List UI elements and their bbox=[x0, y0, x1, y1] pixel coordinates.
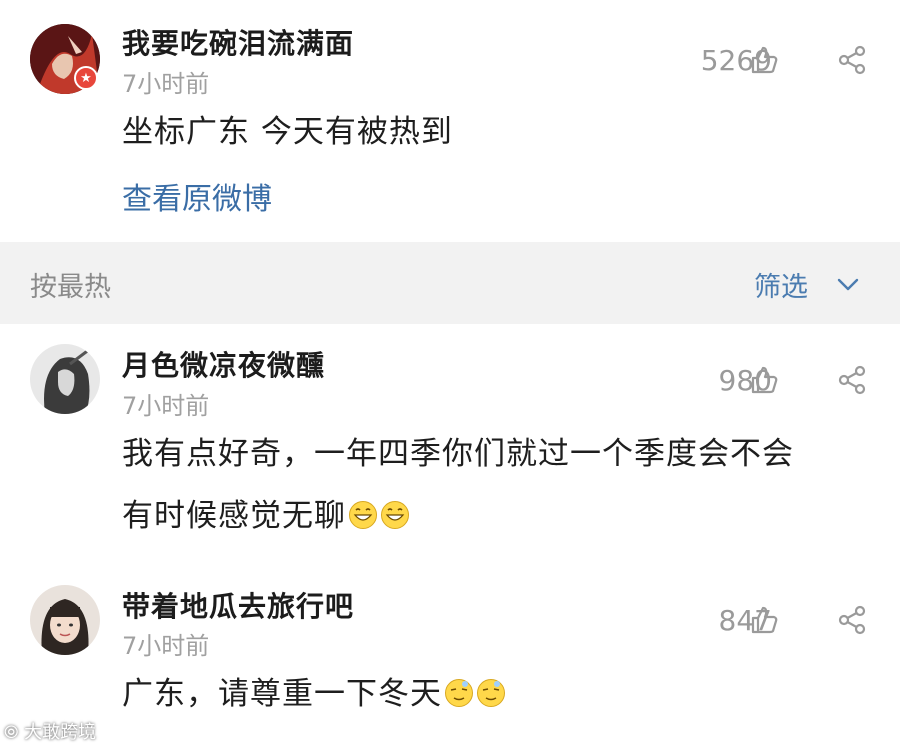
comment-text-line-1: 广东，请尊重一下冬天 bbox=[122, 662, 506, 726]
comment-text: 有时候感觉无聊 bbox=[122, 498, 346, 534]
chevron-down-icon[interactable] bbox=[834, 270, 862, 298]
avatar[interactable] bbox=[30, 344, 100, 414]
thumbs-up-icon[interactable] bbox=[748, 604, 780, 636]
share-icon[interactable] bbox=[836, 44, 868, 76]
view-original-link[interactable]: 查看原微博 bbox=[122, 174, 272, 218]
comment-time: 7小时前 bbox=[122, 392, 210, 420]
thumbs-up-icon[interactable] bbox=[748, 44, 780, 76]
grin-emoji-icon bbox=[349, 501, 377, 529]
filter-button[interactable]: 筛选 bbox=[754, 265, 808, 304]
verified-badge-icon: ★ bbox=[74, 66, 98, 90]
thumbs-up-icon[interactable] bbox=[748, 364, 780, 396]
comment-username[interactable]: 带着地瓜去旅行吧 bbox=[122, 585, 354, 625]
post-text: 坐标广东 今天有被热到 bbox=[122, 114, 453, 150]
post-time: 7小时前 bbox=[122, 70, 210, 98]
comment-time: 7小时前 bbox=[122, 632, 210, 660]
comment-text: 广东，请尊重一下冬天 bbox=[122, 676, 442, 712]
watermark-logo-icon: ⦾ bbox=[4, 722, 25, 743]
post-username[interactable]: 我要吃碗泪流满面 bbox=[122, 22, 354, 62]
sort-hot-label[interactable]: 按最热 bbox=[30, 265, 111, 304]
comment-text-line-2: 有时候感觉无聊 bbox=[122, 484, 410, 548]
original-post: ★ 我要吃碗泪流满面 7小时前 5269 坐标广东 今天有被热到 查看原微博 bbox=[0, 0, 900, 242]
comment-text-line-1: 我有点好奇，一年四季你们就过一个季度会不会 bbox=[122, 436, 794, 472]
watermark: ⦾ 大敢跨境 bbox=[4, 718, 96, 744]
share-icon[interactable] bbox=[836, 364, 868, 396]
grin-emoji-icon bbox=[381, 501, 409, 529]
dizzy-emoji-icon bbox=[477, 679, 505, 707]
comment-username[interactable]: 月色微凉夜微醺 bbox=[122, 344, 325, 384]
share-icon[interactable] bbox=[836, 604, 868, 636]
avatar[interactable] bbox=[30, 585, 100, 655]
dizzy-emoji-icon bbox=[445, 679, 473, 707]
watermark-text: 大敢跨境 bbox=[24, 722, 97, 743]
